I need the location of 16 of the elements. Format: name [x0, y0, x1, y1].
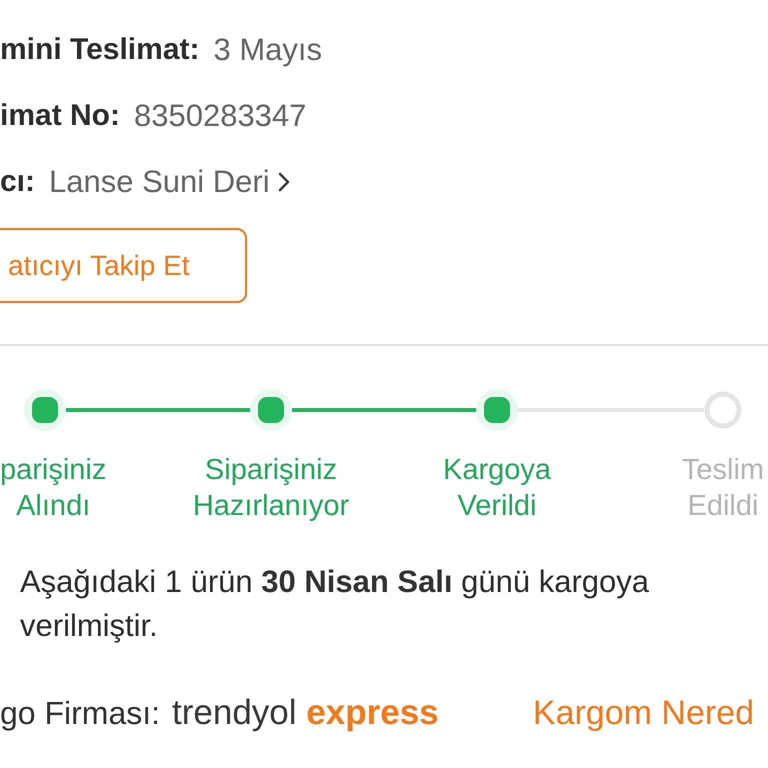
step-label: Teslim Edildi: [682, 453, 764, 524]
carrier-logo: trendyol express: [172, 693, 439, 733]
carrier-label: go Firması:: [0, 694, 160, 732]
step-label: parişiniz Alındı: [0, 453, 106, 524]
seller-link[interactable]: Lanse Suni Deri: [49, 164, 290, 200]
track-shipment-link[interactable]: Kargom Nered: [532, 694, 754, 732]
step-label: Kargoya Verildi: [442, 453, 551, 524]
field-value: 3 Mayıs: [213, 32, 322, 68]
field-label: imat No:: [0, 99, 120, 133]
follow-seller-button[interactable]: atıcıyı Takip Et: [0, 228, 247, 303]
step-label: Siparişiniz Hazırlanıyor: [192, 453, 350, 524]
field-label: cı:: [0, 165, 36, 199]
field-value: 8350283347: [134, 98, 306, 134]
chevron-right-icon: [278, 172, 290, 192]
shipment-note: Aşağıdaki 1 ürün 30 Nisan Salı günü kargoya verilmiştir.: [20, 563, 650, 645]
field-label: mini Teslimat:: [0, 33, 200, 67]
